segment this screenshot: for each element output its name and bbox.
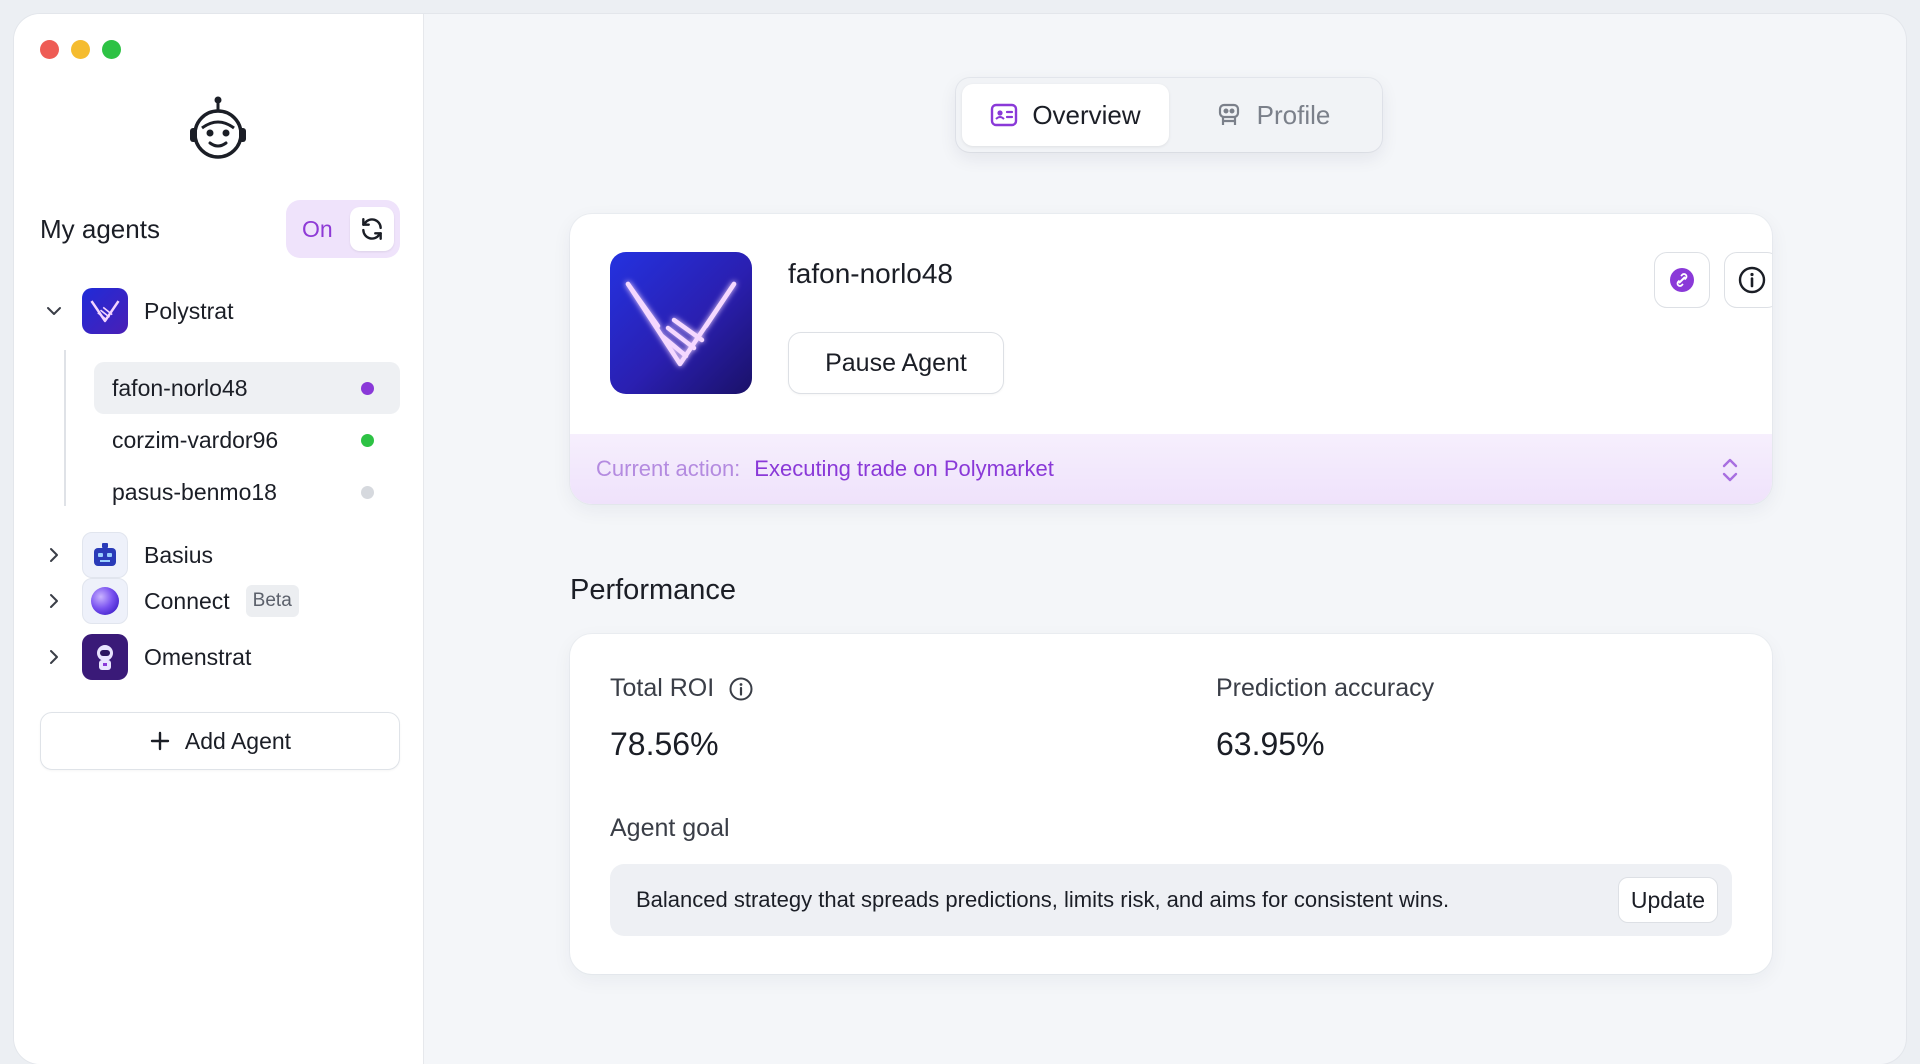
tree-connector	[64, 350, 66, 506]
basius-robot-icon	[82, 532, 128, 578]
add-agent-button[interactable]: Add Agent	[40, 712, 400, 770]
info-button[interactable]	[1724, 252, 1772, 308]
app-window: My agents On Polystrat fafon-norlo48 cor…	[14, 14, 1906, 1064]
roi-value: 78.56%	[610, 726, 719, 762]
tab-label: Overview	[1032, 99, 1141, 130]
status-dot	[361, 433, 374, 447]
robot-icon	[1218, 103, 1239, 125]
tab-label: Profile	[1256, 99, 1331, 130]
group-label: Polystrat	[144, 297, 234, 324]
maximize-window-button[interactable]	[102, 40, 121, 59]
tab-profile[interactable]: Profile	[1169, 84, 1376, 146]
chevron-right-icon[interactable]	[40, 587, 68, 615]
group-label: Basius	[144, 541, 214, 568]
agent-goal-label: Agent goal	[610, 814, 730, 842]
minimize-window-button[interactable]	[71, 40, 90, 59]
sidebar-title: My agents	[40, 213, 160, 244]
view-tabs: Overview Profile	[956, 78, 1382, 152]
chevron-down-icon[interactable]	[40, 297, 68, 325]
status-dot	[361, 381, 374, 395]
link-button[interactable]	[1654, 252, 1710, 308]
link-icon	[1670, 268, 1694, 292]
status-dot	[361, 485, 374, 499]
agent-avatar	[610, 252, 752, 394]
agent-group-connect[interactable]: Connect Beta	[40, 578, 299, 624]
chevron-right-icon[interactable]	[40, 541, 68, 569]
app-logo-icon	[188, 94, 248, 166]
accuracy-label: Prediction accuracy	[1216, 674, 1435, 702]
chevron-right-icon[interactable]	[40, 643, 68, 671]
roi-label: Total ROI	[610, 674, 715, 702]
agent-item-label: fafon-norlo48	[112, 374, 248, 401]
agent-item-fafon-norlo48[interactable]: fafon-norlo48	[94, 362, 400, 414]
omenstrat-astronaut-icon	[82, 634, 128, 680]
agent-item-corzim-vardor96[interactable]: corzim-vardor96	[94, 414, 400, 466]
agent-item-pasus-benmo18[interactable]: pasus-benmo18	[94, 466, 400, 518]
agent-goal-text: Balanced strategy that spreads predictio…	[636, 887, 1450, 912]
accuracy-value: 63.95%	[1216, 726, 1325, 762]
agent-item-label: pasus-benmo18	[112, 478, 277, 505]
refresh-icon	[362, 218, 382, 240]
pause-agent-button[interactable]: Pause Agent	[788, 332, 1004, 394]
agent-item-label: corzim-vardor96	[112, 426, 279, 453]
toggle-label: On	[302, 215, 333, 242]
sidebar: My agents On Polystrat fafon-norlo48 cor…	[14, 14, 424, 1064]
current-action-label: Current action:	[596, 456, 741, 481]
performance-card: Total ROI 78.56% Prediction accuracy 63.…	[570, 634, 1772, 974]
info-icon[interactable]	[728, 676, 754, 702]
group-label: Connect	[144, 587, 230, 614]
id-card-icon	[991, 103, 1018, 127]
window-controls	[40, 40, 121, 59]
current-action-value: Executing trade on Polymarket	[754, 456, 1054, 481]
agents-on-toggle[interactable]: On	[286, 200, 400, 258]
group-label: Omenstrat	[144, 643, 252, 670]
connect-orb-icon	[82, 578, 128, 624]
current-action-bar[interactable]: Current action: Executing trade on Polym…	[570, 434, 1772, 504]
agent-group-polystrat[interactable]: Polystrat	[40, 288, 233, 334]
refresh-button[interactable]	[350, 207, 394, 251]
agent-name: fafon-norlo48	[788, 258, 954, 289]
close-window-button[interactable]	[40, 40, 59, 59]
agent-group-omenstrat[interactable]: Omenstrat	[40, 634, 251, 680]
agent-card: fafon-norlo48 Pause Agent Current action…	[570, 214, 1772, 504]
add-agent-label: Add Agent	[184, 727, 292, 754]
update-goal-button[interactable]: Update	[1617, 877, 1718, 923]
tab-overview[interactable]: Overview	[962, 84, 1169, 146]
info-icon	[1738, 266, 1766, 294]
performance-title: Performance	[570, 574, 737, 606]
polystrat-logo-icon	[82, 288, 128, 334]
plus-icon	[150, 731, 170, 751]
agent-goal-box: Balanced strategy that spreads predictio…	[610, 864, 1732, 936]
agent-group-basius[interactable]: Basius	[40, 532, 213, 578]
beta-badge: Beta	[245, 585, 299, 617]
sidebar-header: My agents On	[40, 200, 400, 258]
roi-label-row: Total ROI	[610, 674, 754, 703]
expand-collapse-icon[interactable]	[1718, 456, 1742, 484]
